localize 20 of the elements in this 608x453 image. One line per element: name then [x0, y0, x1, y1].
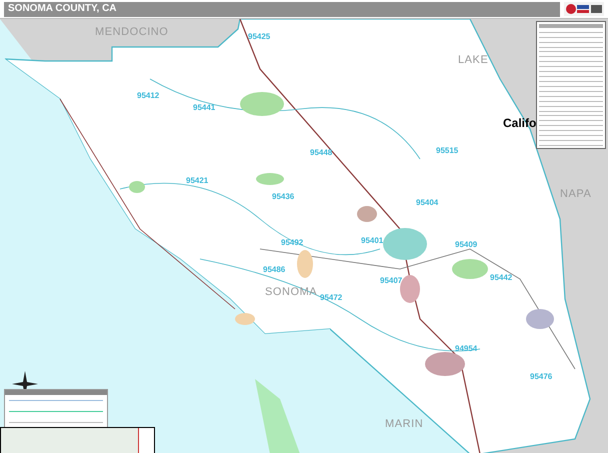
zip-code-label: 95412: [137, 92, 160, 100]
zip-code-label: 95442: [490, 274, 512, 282]
zip-code-label: 95515: [436, 147, 458, 155]
zip-code-label: 95404: [416, 199, 438, 207]
county-label: MARIN: [385, 419, 424, 430]
county-label: NAPA: [560, 189, 592, 200]
zip-code-label: 95425: [248, 33, 270, 41]
zip-code-label: 95441: [193, 104, 216, 112]
zip-code-label: 95421: [186, 177, 208, 185]
zip-code-label: 95407: [380, 277, 402, 285]
zip-code-label: 95409: [455, 241, 478, 249]
map-title: SONOMA COUNTY, CA: [8, 4, 117, 14]
county-label: MENDOCINO: [95, 27, 168, 38]
zip-code-label: 95486: [263, 266, 286, 274]
zip-code-label: 95401: [361, 237, 384, 245]
zip-code-label: 95436: [272, 193, 294, 201]
zip-code-label: 95448: [310, 149, 332, 157]
zip-code-label: 95476: [530, 373, 552, 381]
county-label: LAKE: [458, 55, 488, 66]
zip-code-label: 95472: [320, 294, 342, 302]
